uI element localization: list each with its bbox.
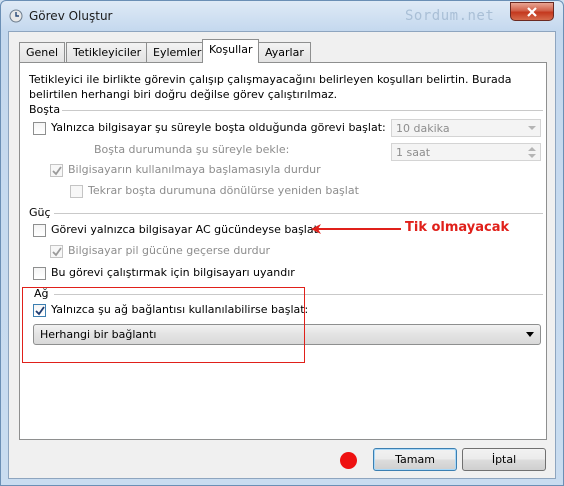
tab-label: Ayarlar [265,46,304,59]
wait-duration-spinner[interactable]: 1 saat [391,143,541,161]
stop-on-battery-checkbox[interactable] [50,245,63,258]
annotation-text: Tik olmayacak [405,220,510,235]
conditions-description: Tetikleyici ile birlikte görevin çalışıp… [29,73,512,101]
watermark-text: Sordum.net [405,8,495,24]
restart-if-idle-label: Tekrar boşta durumuna dönülürse yeniden … [88,184,359,197]
tab-label: Genel [26,46,59,59]
task-dialog-window: Görev Oluştur Sordum.net Genel Tetikleyi… [0,0,564,486]
stop-if-busy-label: Bilgisayarın kullanılmaya başlamasıyla d… [68,163,321,176]
close-button[interactable] [510,2,554,21]
close-icon [527,7,537,17]
idle-duration-combo[interactable]: 10 dakika [391,119,541,137]
tab-general[interactable]: Genel [19,42,66,62]
idle-separator [62,110,543,112]
stop-if-busy-checkbox[interactable] [50,164,63,177]
idle-duration-value: 10 dakika [396,122,450,135]
task-scheduler-icon [9,9,23,23]
conditions-panel: Tetikleyici ile birlikte görevin çalışıp… [19,62,547,440]
spin-up-icon [528,147,536,151]
ac-only-label: Görevi yalnızca bilgisayar AC gücündeyse… [51,223,318,236]
ok-button[interactable]: Tamam [373,448,457,471]
tab-label: Koşullar [209,43,253,56]
wait-duration-value: 1 saat [396,146,431,159]
start-if-idle-label: Yalnızca bilgisayar şu süreyle boşta old… [51,121,386,134]
annotation-arrow-icon [311,224,401,234]
chevron-down-icon [528,126,536,130]
power-separator [54,213,543,215]
stop-on-battery-label: Bilgisayar pil gücüne geçerse durdur [68,244,271,257]
spin-down-icon [528,154,536,158]
tab-triggers[interactable]: Tetikleyiciler [66,42,149,62]
network-highlight-box [22,287,305,363]
wake-to-run-label: Bu görevi çalıştırmak için bilgisayarı u… [51,266,295,279]
checkmark-icon [52,247,62,257]
red-dot-marker [340,452,357,469]
tab-settings[interactable]: Ayarlar [258,42,311,62]
window-title: Görev Oluştur [29,9,113,23]
tab-label: Eylemler [153,46,202,59]
wake-to-run-checkbox[interactable] [33,267,46,280]
ac-only-checkbox[interactable] [33,224,46,237]
tab-label: Tetikleyiciler [73,46,142,59]
start-if-idle-checkbox[interactable] [33,122,46,135]
power-group-label: Güç [29,206,51,219]
idle-group-label: Boşta [29,103,61,116]
dialog-body: Genel Tetikleyiciler Eylemler Koşullar A… [8,31,556,479]
chevron-down-icon [526,332,534,337]
tab-actions[interactable]: Eylemler [146,42,209,62]
checkmark-icon [52,166,62,176]
title-bar[interactable]: Görev Oluştur Sordum.net [1,1,563,31]
tab-conditions[interactable]: Koşullar [202,39,260,63]
restart-if-idle-checkbox[interactable] [70,185,83,198]
cancel-button[interactable]: İptal [462,448,546,471]
wait-duration-label: Boşta durumunda şu süreyle bekle: [94,143,290,156]
